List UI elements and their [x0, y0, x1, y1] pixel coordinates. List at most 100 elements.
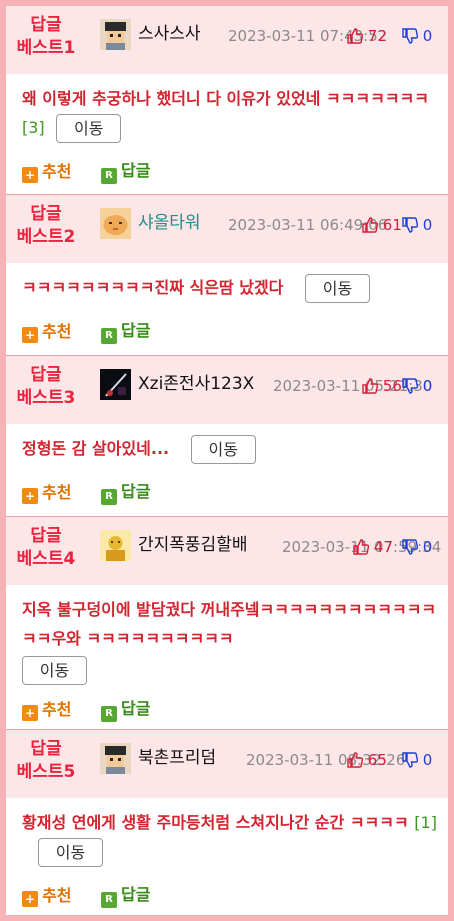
best-reply-label: 답글 베스트2 [14, 203, 78, 249]
upvote-button[interactable]: 72 [347, 27, 387, 45]
upvote-count: 65 [367, 751, 387, 769]
label-line2: 베스트4 [16, 549, 76, 569]
downvote-button[interactable]: 0 [402, 27, 432, 45]
comment-content: 왜 이렇게 추궁하나 했더니 다 이유가 있었네 ㅋㅋㅋㅋㅋㅋㅋ [22, 89, 429, 108]
downvote-count: 0 [422, 751, 433, 769]
avatar[interactable] [100, 743, 131, 774]
reply-header: 답글 베스트3 Xzi존전사123X 2023-03-11 05:21:30 5… [6, 356, 448, 424]
reply-button[interactable]: R 답글 [101, 481, 150, 505]
reply-label: 답글 [121, 482, 151, 501]
thumbs-up-icon [362, 378, 379, 394]
comment-text: 지옥 불구덩이에 발담궜다 꺼내주넼ㅋㅋㅋㅋㅋㅋㅋㅋㅋㅋㅋㅋㅋㅋ우와 ㅋㅋㅋㅋㅋ… [22, 595, 442, 685]
upvote-button[interactable]: 47 [353, 538, 393, 556]
best-reply-label: 답글 베스트1 [14, 14, 78, 60]
thumbs-down-icon [402, 28, 419, 44]
upvote-button[interactable]: 61 [362, 216, 402, 234]
recommend-button[interactable]: + 추천 [22, 161, 71, 183]
recommend-button[interactable]: + 추천 [22, 321, 71, 343]
reply-header: 답글 베스트4 간지폭풍김할배 2023-03-11 07:59:34 47 0 [6, 517, 448, 585]
comment-content: 황재성 연에게 생활 주마등처럼 스쳐지나간 순간 ㅋㅋㅋㅋ [22, 813, 409, 832]
reply-label: 답글 [121, 161, 151, 180]
avatar[interactable] [100, 369, 131, 400]
comment-text: 정형돈 감 살아있네... 이동 [22, 434, 442, 464]
best-reply-card: 답글 베스트2 샤올타워 2023-03-11 06:49:06 61 0 ㅋㅋ… [6, 195, 448, 355]
reply-count: [1] [414, 813, 437, 832]
move-button[interactable]: 이동 [56, 114, 122, 143]
recommend-label: 추천 [42, 483, 72, 502]
thumbs-down-icon [402, 378, 419, 394]
label-line2: 베스트1 [16, 38, 76, 58]
reply-button[interactable]: R 답글 [101, 160, 150, 184]
downvote-button[interactable]: 0 [402, 538, 432, 556]
reply-label: 답글 [121, 885, 151, 904]
reply-r-icon: R [101, 328, 118, 344]
upvote-count: 61 [382, 216, 402, 234]
thumbs-up-icon [347, 28, 364, 44]
downvote-count: 0 [422, 377, 433, 395]
label-line1: 답글 [30, 365, 62, 385]
reply-actions: + 추천 R 답글 [22, 481, 150, 505]
comment-content: 지옥 불구덩이에 발담궜다 꺼내주넼ㅋㅋㅋㅋㅋㅋㅋㅋㅋㅋㅋㅋㅋㅋ우와 ㅋㅋㅋㅋㅋ… [22, 600, 437, 648]
best-replies-panel: 답글 베스트1 스사스사 2023-03-11 07:43:52 72 0 왜 … [6, 6, 448, 915]
downvote-button[interactable]: 0 [402, 751, 432, 769]
reply-header: 답글 베스트1 스사스사 2023-03-11 07:43:52 72 0 [6, 6, 448, 74]
reply-header: 답글 베스트2 샤올타워 2023-03-11 06:49:06 61 0 [6, 195, 448, 263]
nickname[interactable]: 북촌프리덤 [138, 747, 216, 769]
reply-count: [3] [22, 118, 45, 137]
downvote-count: 0 [422, 538, 433, 556]
move-button[interactable]: 이동 [304, 274, 370, 303]
reply-body: 지옥 불구덩이에 발담궜다 꺼내주넼ㅋㅋㅋㅋㅋㅋㅋㅋㅋㅋㅋㅋㅋㅋ우와 ㅋㅋㅋㅋㅋ… [6, 585, 448, 729]
recommend-button[interactable]: + 추천 [22, 885, 71, 907]
upvote-button[interactable]: 56 [362, 377, 402, 395]
nickname[interactable]: 샤올타워 [138, 212, 201, 234]
reply-button[interactable]: R 답글 [101, 884, 150, 908]
comment-text: 황재성 연에게 생활 주마등처럼 스쳐지나간 순간 ㅋㅋㅋㅋ [1] 이동 [22, 808, 442, 867]
thumbs-up-icon [362, 217, 379, 233]
avatar[interactable] [100, 208, 131, 239]
move-button[interactable]: 이동 [38, 838, 103, 867]
recommend-label: 추천 [42, 162, 72, 181]
thumbs-down-icon [402, 539, 419, 555]
reply-body: ㅋㅋㅋㅋㅋㅋㅋㅋㅋ진짜 식은땀 났겠다 이동 + 추천 R 답글 [6, 263, 448, 355]
reply-actions: + 추천 R 답글 [22, 160, 150, 184]
upvote-button[interactable]: 65 [347, 751, 387, 769]
move-button[interactable]: 이동 [22, 656, 87, 685]
label-line2: 베스트2 [16, 227, 76, 247]
label-line1: 답글 [30, 204, 62, 224]
reply-body: 왜 이렇게 추궁하나 했더니 다 이유가 있었네 ㅋㅋㅋㅋㅋㅋㅋ [3] 이동 … [6, 74, 448, 194]
best-reply-label: 답글 베스트3 [14, 364, 78, 410]
thumbs-down-icon [402, 217, 419, 233]
recommend-label: 추천 [42, 322, 72, 341]
upvote-count: 72 [367, 27, 387, 45]
upvote-count: 47 [373, 538, 393, 556]
best-reply-card: 답글 베스트1 스사스사 2023-03-11 07:43:52 72 0 왜 … [6, 6, 448, 194]
reply-body: 황재성 연에게 생활 주마등처럼 스쳐지나간 순간 ㅋㅋㅋㅋ [1] 이동 + 추… [6, 798, 448, 915]
best-reply-label: 답글 베스트4 [14, 525, 78, 571]
comment-text: 왜 이렇게 추궁하나 했더니 다 이유가 있었네 ㅋㅋㅋㅋㅋㅋㅋ [3] 이동 [22, 84, 442, 143]
comment-text: ㅋㅋㅋㅋㅋㅋㅋㅋㅋ진짜 식은땀 났겠다 이동 [22, 273, 442, 303]
reply-r-icon: R [101, 892, 118, 908]
avatar[interactable] [100, 19, 131, 50]
reply-button[interactable]: R 답글 [101, 320, 150, 344]
reply-button[interactable]: R 답글 [101, 698, 150, 722]
label-line1: 답글 [30, 739, 62, 759]
nickname[interactable]: 간지폭풍김할배 [138, 534, 247, 556]
best-reply-card: 답글 베스트5 북촌프리덤 2023-03-11 08:32:26 65 0 황… [6, 730, 448, 915]
downvote-button[interactable]: 0 [402, 216, 432, 234]
avatar[interactable] [100, 530, 131, 561]
move-button[interactable]: 이동 [190, 435, 256, 464]
label-line2: 베스트3 [16, 388, 76, 408]
nickname[interactable]: 스사스사 [138, 23, 201, 45]
thumbs-up-icon [347, 752, 364, 768]
upvote-count: 56 [382, 377, 402, 395]
recommend-button[interactable]: + 추천 [22, 482, 71, 504]
nickname[interactable]: Xzi존전사123X [138, 373, 254, 395]
plus-square-icon: + [22, 705, 38, 721]
plus-square-icon: + [22, 891, 38, 907]
reply-label: 답글 [121, 699, 151, 718]
downvote-button[interactable]: 0 [402, 377, 432, 395]
recommend-button[interactable]: + 추천 [22, 699, 71, 721]
comment-content: 정형돈 감 살아있네... [22, 439, 170, 458]
thumbs-down-icon [402, 752, 419, 768]
plus-square-icon: + [22, 327, 38, 343]
